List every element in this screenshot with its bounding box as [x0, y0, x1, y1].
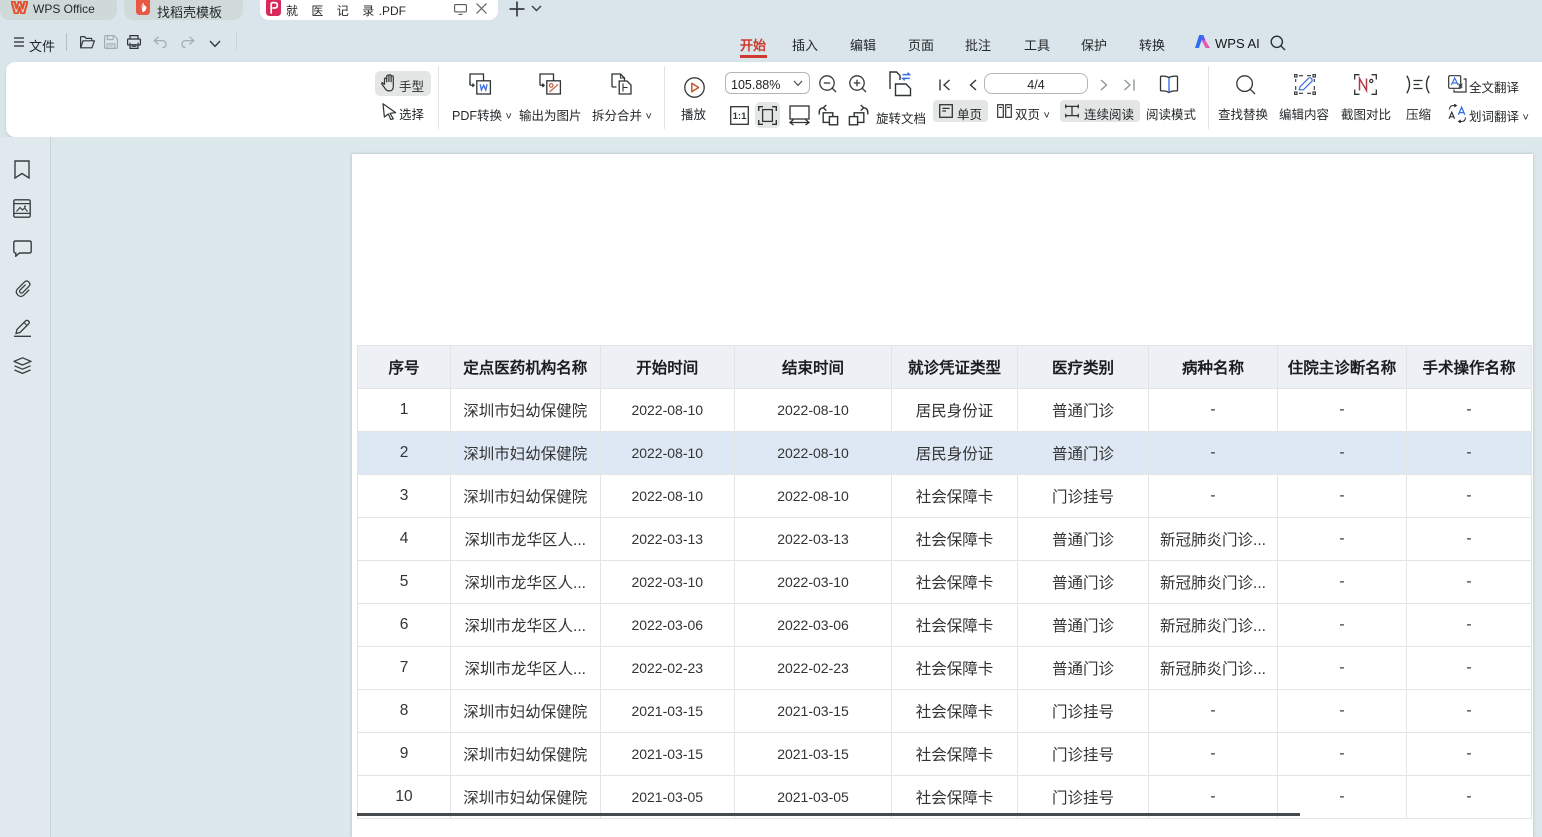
svg-text:1:1: 1:1 [733, 111, 747, 122]
